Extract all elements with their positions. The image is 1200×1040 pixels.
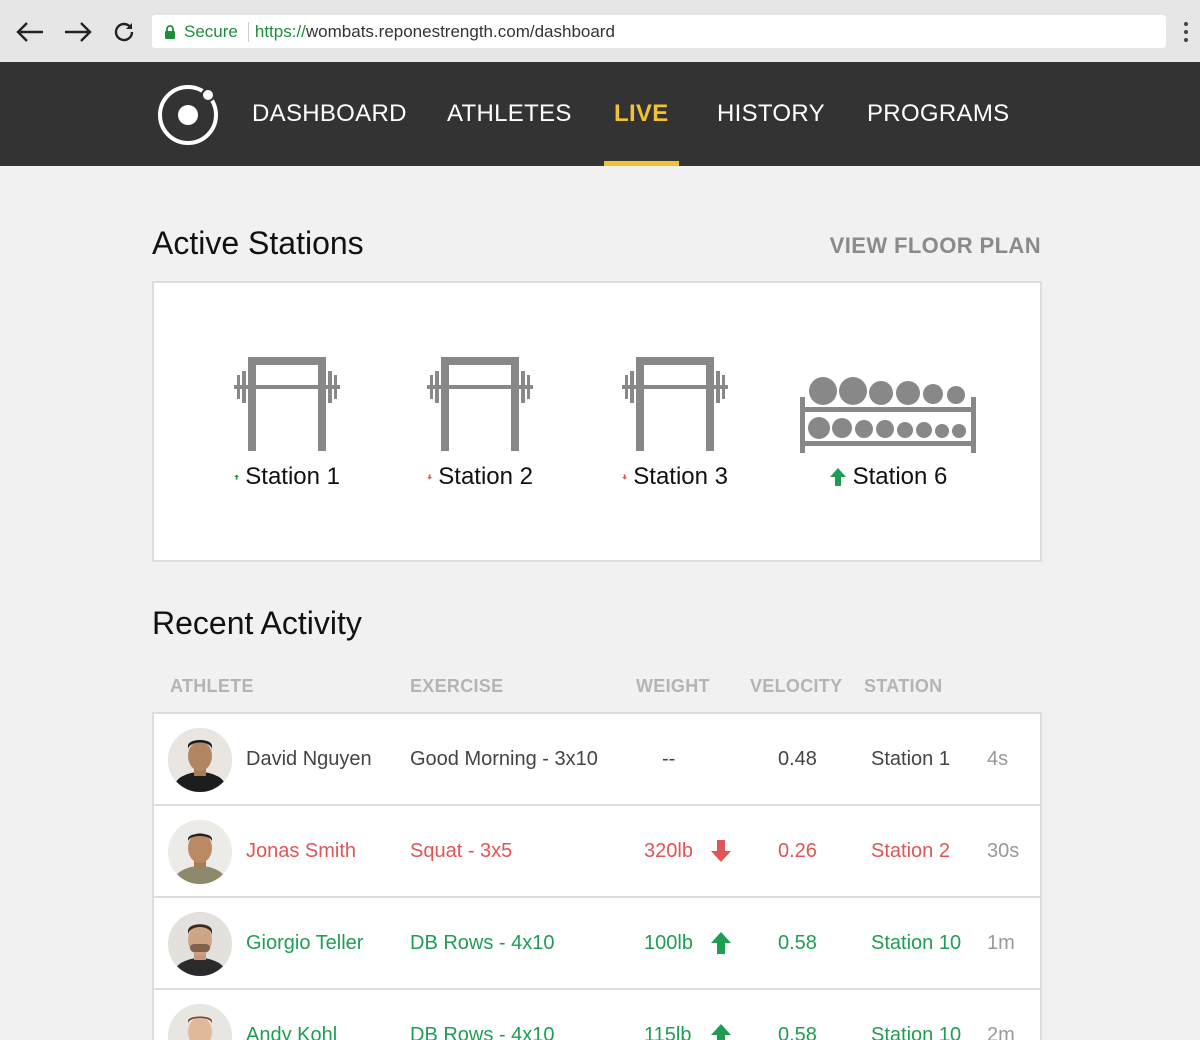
column-header-velocity: VELOCITY (750, 676, 843, 696)
url-scheme: https:// (254, 21, 306, 41)
table-row[interactable]: Giorgio Teller DB Rows - 4x10 100lb 0.58… (152, 896, 1042, 990)
station-name: Station 1 (245, 463, 340, 490)
elapsed-time: 4s (987, 747, 1009, 770)
exercise-name: Squat - 3x5 (410, 839, 513, 862)
athlete-name: Jonas Smith (246, 839, 357, 862)
back-button[interactable] (14, 16, 46, 48)
reload-icon (114, 22, 134, 42)
exercise-name: Good Morning - 3x10 (410, 747, 598, 770)
weight-value: 320lb (644, 839, 693, 862)
athlete-name: Andy Kohl (246, 1023, 338, 1040)
station-value: Station 10 (871, 1023, 962, 1040)
weight-value: 100lb (644, 931, 693, 954)
url-host: wombats.reponestrength.com/dashboard (305, 21, 615, 41)
avatar (168, 912, 232, 976)
station-name: Station 2 (438, 463, 533, 490)
table-row[interactable]: Jonas Smith Squat - 3x5 320lb 0.26 Stati… (152, 804, 1042, 898)
avatar (168, 1004, 232, 1040)
velocity-value: 0.48 (778, 747, 817, 770)
station-label: Station 1 (234, 463, 340, 491)
station-tile[interactable]: Station 1 (234, 353, 340, 503)
athlete-name: David Nguyen (246, 747, 372, 770)
station-value: Station 2 (871, 839, 950, 862)
nav-history[interactable]: HISTORY (717, 62, 825, 166)
weight-value: 115lb (644, 1023, 692, 1040)
browser-menu-icon[interactable] (1180, 22, 1192, 42)
forward-arrow-icon (65, 22, 92, 42)
browser-toolbar: Secure https:// wombats.reponestrength.c… (0, 0, 1200, 62)
recent-activity-title: Recent Activity (152, 605, 362, 641)
nav-programs-label: PROGRAMS (867, 100, 1010, 127)
nav-live[interactable]: LIVE (604, 62, 679, 166)
station-tile[interactable]: Station 2 (427, 353, 533, 503)
reload-button[interactable] (108, 16, 140, 48)
squat-rack-icon (427, 357, 533, 451)
active-tab-indicator (604, 161, 679, 166)
station-label: Station 6 (799, 463, 977, 491)
athlete-name: Giorgio Teller (246, 931, 364, 954)
avatar (168, 728, 232, 792)
lock-icon (164, 24, 176, 39)
view-floor-plan-link[interactable]: VIEW FLOOR PLAN (830, 233, 1041, 259)
active-stations-card: Station 1 Station 2 Station 3 Station 6 (152, 281, 1042, 562)
address-divider (247, 21, 249, 42)
trend-up-icon (710, 898, 732, 988)
station-value: Station 10 (871, 931, 962, 954)
exercise-name: DB Rows - 4x10 (410, 1023, 555, 1040)
squat-rack-icon (234, 357, 340, 451)
squat-rack-icon (622, 357, 728, 451)
trend-up-icon (710, 990, 732, 1040)
station-name: Station 6 (852, 463, 948, 490)
nav-dashboard[interactable]: DASHBOARD (252, 62, 407, 166)
forward-button[interactable] (62, 16, 94, 48)
nav-dashboard-label: DASHBOARD (252, 100, 407, 127)
secure-label: Secure (184, 21, 238, 41)
nav-programs[interactable]: PROGRAMS (867, 62, 1009, 166)
nav-athletes-label: ATHLETES (447, 100, 572, 127)
column-header-exercise: EXERCISE (410, 676, 504, 696)
table-row[interactable]: David Nguyen Good Morning - 3x10 -- 0.48… (152, 712, 1042, 806)
elapsed-time: 30s (987, 839, 1020, 862)
velocity-value: 0.58 (778, 931, 817, 954)
nav-live-label: LIVE (614, 100, 669, 127)
column-header-athlete: ATHLETE (170, 676, 254, 696)
nav-history-label: HISTORY (717, 100, 825, 127)
station-tile[interactable]: Station 3 (622, 353, 728, 503)
avatar (168, 820, 232, 884)
trend-down-icon (710, 806, 732, 896)
trend-up-icon (829, 468, 846, 486)
nav-athletes[interactable]: ATHLETES (447, 62, 572, 166)
app-logo-icon[interactable] (157, 84, 219, 146)
station-name: Station 3 (633, 463, 728, 490)
weight-value: -- (662, 747, 676, 770)
table-row[interactable]: Andy Kohl DB Rows - 4x10 115lb 0.58 Stat… (152, 988, 1042, 1040)
dumbbell-rack-icon (800, 377, 976, 453)
velocity-value: 0.26 (778, 839, 817, 862)
app-navbar: DASHBOARD ATHLETES LIVE HISTORY PROGRAMS (0, 62, 1200, 166)
station-label: Station 2 (427, 463, 533, 491)
trend-down-icon (427, 474, 432, 480)
velocity-value: 0.58 (778, 1023, 817, 1040)
active-stations-title: Active Stations (152, 225, 364, 261)
trend-up-icon (234, 474, 239, 480)
station-value: Station 1 (871, 747, 950, 770)
trend-down-icon (622, 474, 627, 480)
elapsed-time: 2m (987, 1023, 1015, 1040)
elapsed-time: 1m (987, 931, 1015, 954)
address-bar[interactable]: Secure https:// wombats.reponestrength.c… (152, 15, 1166, 48)
column-header-weight: WEIGHT (636, 676, 710, 696)
exercise-name: DB Rows - 4x10 (410, 931, 555, 954)
station-label: Station 3 (622, 463, 728, 491)
back-arrow-icon (16, 22, 43, 42)
station-tile[interactable]: Station 6 (799, 353, 977, 503)
column-header-station: STATION (864, 676, 943, 696)
